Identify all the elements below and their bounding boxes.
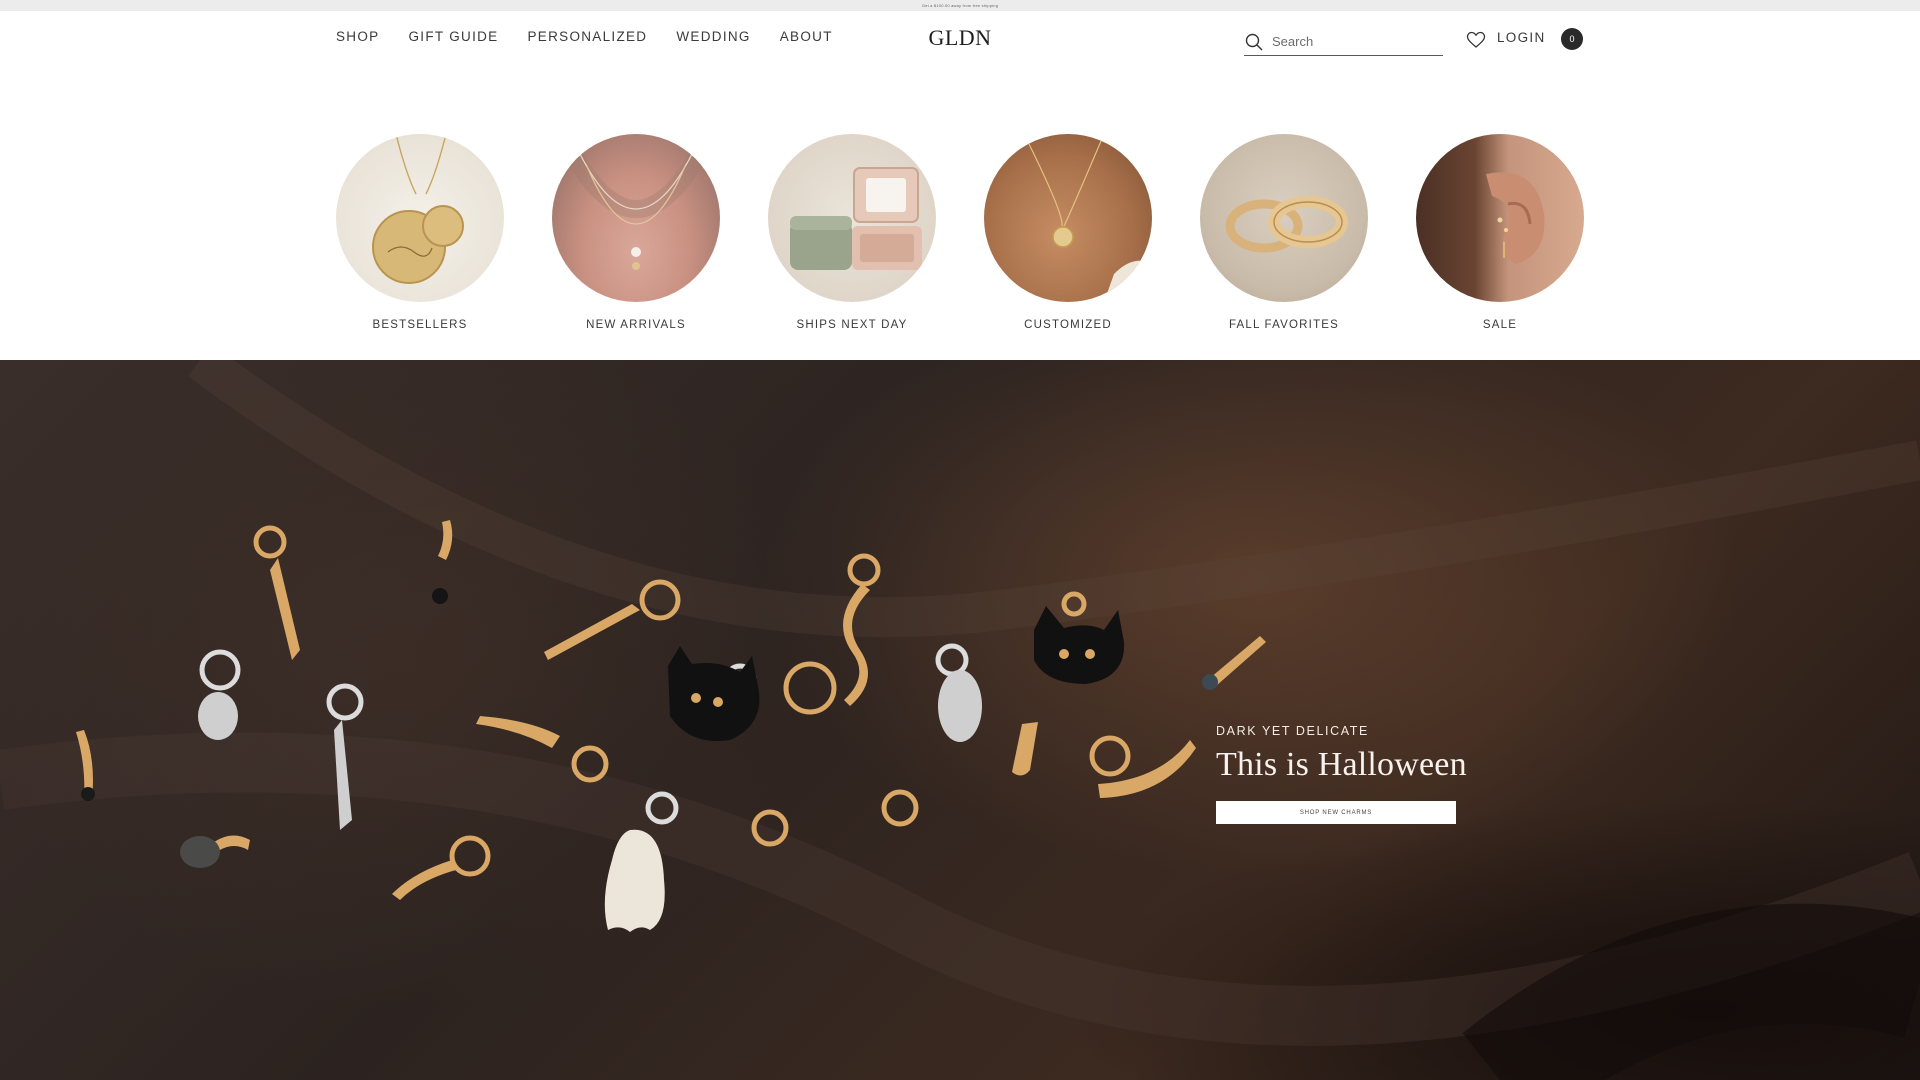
nav-personalized[interactable]: PERSONALIZED [527,29,647,44]
announcement-text: Get a $100.00 away from free shipping [921,3,999,8]
hero-banner: DARK YET DELICATE This is Halloween SHOP… [0,360,1920,1080]
category-label: SHIPS NEXT DAY [796,319,908,331]
nav-gift-guide[interactable]: GIFT GUIDE [408,29,498,44]
shop-new-charms-button[interactable]: SHOP NEW CHARMS [1216,801,1456,824]
login-link[interactable]: LOGIN [1497,30,1546,45]
main-nav: SHOP GIFT GUIDE PERSONALIZED WEDDING ABO… [336,29,862,44]
hero-eyebrow: DARK YET DELICATE [1216,724,1369,738]
nav-wedding[interactable]: WEDDING [676,29,750,44]
fall-favorites-image[interactable] [1200,134,1368,302]
search-input[interactable] [1272,34,1432,49]
category-sale[interactable]: SALE [1416,134,1584,331]
category-ships-next-day[interactable]: SHIPS NEXT DAY [768,134,936,331]
bestsellers-image[interactable] [336,134,504,302]
category-bestsellers[interactable]: BESTSELLERS [336,134,504,331]
category-new-arrivals[interactable]: NEW ARRIVALS [552,134,720,331]
category-customized[interactable]: CUSTOMIZED [984,134,1152,331]
heart-icon[interactable] [1466,30,1486,50]
nav-about[interactable]: ABOUT [780,29,833,44]
category-label: NEW ARRIVALS [586,319,686,331]
sale-image[interactable] [1416,134,1584,302]
customized-image[interactable] [984,134,1152,302]
site-header: SHOP GIFT GUIDE PERSONALIZED WEDDING ABO… [0,11,1920,67]
announcement-bar: Get a $100.00 away from free shipping [0,0,1920,11]
new-arrivals-image[interactable] [552,134,720,302]
search-box[interactable] [1244,28,1443,56]
cart-badge[interactable]: 0 [1561,28,1583,50]
nav-shop[interactable]: SHOP [336,29,379,44]
category-fall-favorites[interactable]: FALL FAVORITES [1200,134,1368,331]
category-label: CUSTOMIZED [1024,319,1112,331]
ships-next-day-image[interactable] [768,134,936,302]
search-icon[interactable] [1245,33,1263,51]
category-label: FALL FAVORITES [1228,319,1340,331]
category-label: BESTSELLERS [372,319,468,331]
site-logo[interactable]: GLDN [928,25,992,51]
category-label: SALE [1482,319,1518,331]
hero-copy: DARK YET DELICATE This is Halloween SHOP… [1216,724,1467,824]
hero-image [0,360,1920,1080]
category-strip: BESTSELLERS NEW ARRIVALS SHIPS NEXT DAY … [336,134,1584,342]
hero-headline: This is Halloween [1216,746,1467,783]
